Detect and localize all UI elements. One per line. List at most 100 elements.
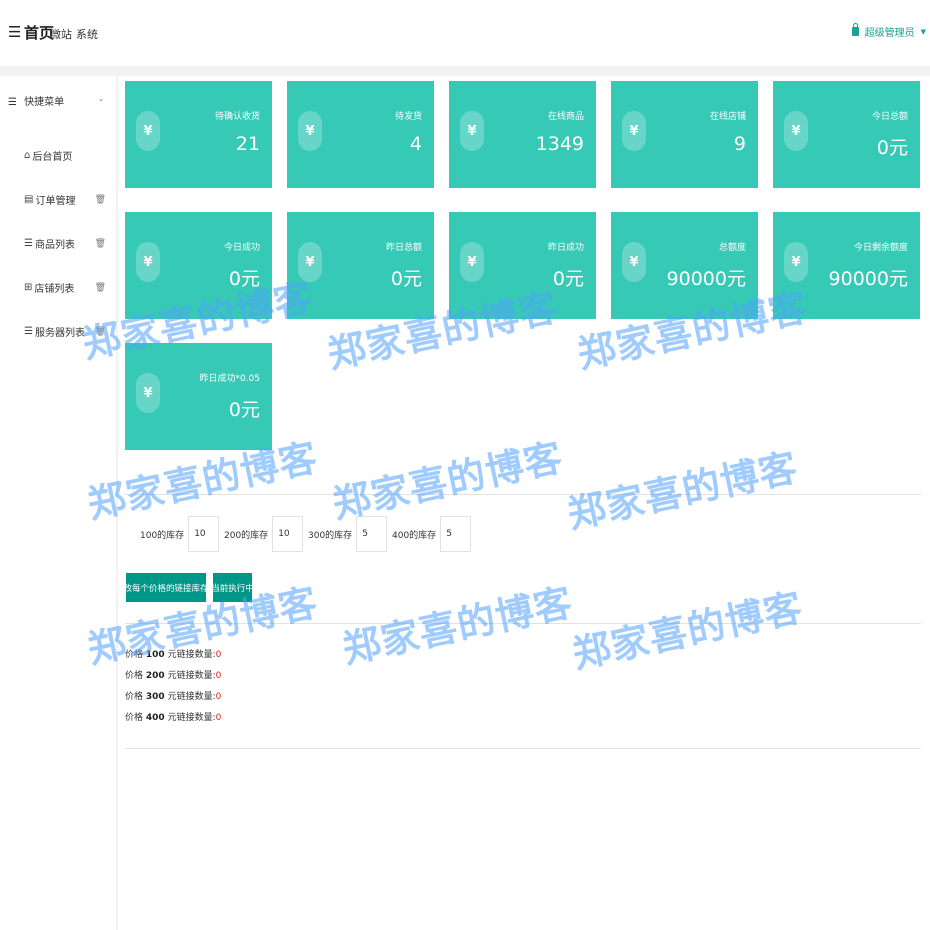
price-suffix: 元链接数量:	[167, 650, 216, 660]
stat-card: ¥ 昨日成功 0元	[449, 212, 596, 319]
stock-input-200[interactable]	[272, 516, 304, 552]
price-suffix: 元链接数量:	[167, 671, 216, 681]
running-button[interactable]: 当前执行中	[211, 573, 254, 602]
yen-icon: ¥	[298, 242, 322, 282]
stat-value: 1349	[535, 133, 584, 155]
sidebar-item-products[interactable]: ☰ 商品列表 🗑	[24, 236, 110, 251]
stat-value: 21	[235, 133, 260, 155]
caret-down-icon: ▼	[920, 27, 926, 36]
sidebar-item-home[interactable]: ⌂ 后台首页	[24, 148, 110, 163]
grid-icon: ⊞	[24, 282, 33, 293]
stat-label: 昨日成功*0.05	[199, 374, 260, 384]
stat-label: 今日剩余额度	[853, 243, 908, 253]
home-icon: ⌂	[24, 150, 31, 161]
chevron-down-icon: ⌄	[98, 95, 104, 103]
stock-field-400: 400的库存	[392, 516, 472, 552]
order-icon: ▤	[24, 194, 34, 205]
stat-value: 90000元	[828, 268, 908, 290]
stat-card: ¥ 昨日成功*0.05 0元	[125, 343, 272, 450]
sidebar-item-shops[interactable]: ⊞ 店铺列表 🗑	[24, 280, 110, 295]
stat-value: 0元	[876, 137, 908, 159]
yen-icon: ¥	[622, 242, 646, 282]
main-content: ¥ 待确认收货 21 ¥ 待发货 4 ¥ 在线商品 1349 ¥ 在线店铺 9 …	[115, 76, 930, 930]
yen-icon: ¥	[784, 111, 808, 151]
stat-label: 昨日成功	[547, 243, 584, 253]
yen-icon: ¥	[460, 242, 484, 282]
nav-link-system[interactable]: 系统	[76, 26, 98, 42]
stock-input-300[interactable]	[356, 516, 388, 552]
price-value: 100	[145, 650, 165, 660]
yen-icon: ¥	[136, 373, 160, 413]
price-value: 200	[145, 671, 165, 681]
yen-icon: ¥	[136, 111, 160, 151]
hamburger-icon[interactable]: ☰	[8, 23, 21, 41]
list-icon: ☰	[24, 326, 33, 337]
divider	[125, 494, 921, 495]
stock-label: 100的库存	[140, 530, 185, 541]
trash-icon[interactable]: 🗑	[95, 327, 106, 337]
list-icon: ☰	[8, 97, 17, 108]
sidebar-item-orders[interactable]: ▤ 订单管理 🗑	[24, 192, 110, 207]
divider	[125, 623, 921, 624]
stat-label: 总额度	[718, 243, 746, 253]
top-header: ☰ 首页 微站 系统 超级管理员 ▼	[0, 0, 930, 66]
list-icon: ☰	[24, 238, 33, 249]
stat-card: ¥ 今日总额 0元	[773, 81, 920, 188]
sidebar-item-label: 商品列表	[34, 240, 75, 251]
price-suffix: 元链接数量:	[167, 692, 216, 702]
stat-label: 昨日总额	[385, 243, 422, 253]
yen-icon: ¥	[784, 242, 808, 282]
trash-icon[interactable]: 🗑	[95, 195, 106, 205]
sidebar-item-label: 服务器列表	[34, 328, 85, 339]
yen-icon: ¥	[460, 111, 484, 151]
stat-card: ¥ 今日成功 0元	[125, 212, 272, 319]
trash-icon[interactable]: 🗑	[95, 283, 106, 293]
sidebar-item-label: 订单管理	[35, 196, 76, 207]
user-menu[interactable]: 超级管理员 ▼	[851, 23, 926, 39]
stat-card: ¥ 在线店铺 9	[611, 81, 758, 188]
stock-label: 300的库存	[308, 530, 353, 541]
stat-card: ¥ 待确认收货 21	[125, 81, 272, 188]
yen-icon: ¥	[298, 111, 322, 151]
trash-icon[interactable]: 🗑	[95, 239, 106, 249]
sidebar-item-servers[interactable]: ☰ 服务器列表 🗑	[24, 324, 110, 339]
sidebar-item-label: 店铺列表	[34, 284, 75, 295]
stock-field-200: 200的库存	[224, 516, 304, 552]
quick-menu-label: 快捷菜单	[24, 97, 65, 108]
nav-link-weizhan[interactable]: 微站	[50, 26, 72, 42]
stat-value: 9	[733, 133, 746, 155]
stat-value: 0元	[390, 268, 422, 290]
price-suffix: 元链接数量:	[167, 713, 216, 723]
stat-card: ¥ 昨日总额 0元	[287, 212, 434, 319]
stat-value: 4	[409, 133, 422, 155]
stat-card: ¥ 在线商品 1349	[449, 81, 596, 188]
price-line: 价格 400 元链接数量:0	[125, 710, 221, 723]
stat-value: 0元	[552, 268, 584, 290]
stock-label: 400的库存	[392, 530, 437, 541]
update-stock-button[interactable]: 修改每个价格的链接库存量	[115, 573, 217, 602]
user-name: 超级管理员	[864, 28, 915, 39]
lock-icon	[851, 23, 859, 36]
stock-field-300: 300的库存	[308, 516, 388, 552]
stat-card: ¥ 今日剩余额度 90000元	[773, 212, 920, 319]
price-prefix: 价格	[125, 650, 144, 660]
stat-card: ¥ 待发货 4	[287, 81, 434, 188]
stock-field-100: 100的库存	[140, 516, 220, 552]
stat-value: 0元	[228, 268, 260, 290]
yen-icon: ¥	[136, 242, 160, 282]
yen-icon: ¥	[622, 111, 646, 151]
price-prefix: 价格	[125, 671, 144, 681]
stock-label: 200的库存	[224, 530, 269, 541]
stat-label: 今日总额	[871, 112, 908, 122]
link-count: 0	[215, 671, 222, 681]
stock-input-400[interactable]	[440, 516, 472, 552]
sidebar: ☰ 快捷菜单 ⌄ ⌂ 后台首页 ▤ 订单管理 🗑 ☰ 商品列表 🗑 ⊞ 店铺列表…	[0, 76, 116, 930]
stock-input-100[interactable]	[188, 516, 220, 552]
sidebar-item-label: 后台首页	[32, 152, 73, 163]
stat-label: 在线商品	[547, 112, 584, 122]
price-prefix: 价格	[125, 692, 144, 702]
price-line: 价格 300 元链接数量:0	[125, 689, 221, 702]
quick-menu-header[interactable]: ☰ 快捷菜单 ⌄	[8, 93, 108, 108]
price-line: 价格 100 元链接数量:0	[125, 647, 221, 660]
stat-value: 0元	[228, 399, 260, 421]
